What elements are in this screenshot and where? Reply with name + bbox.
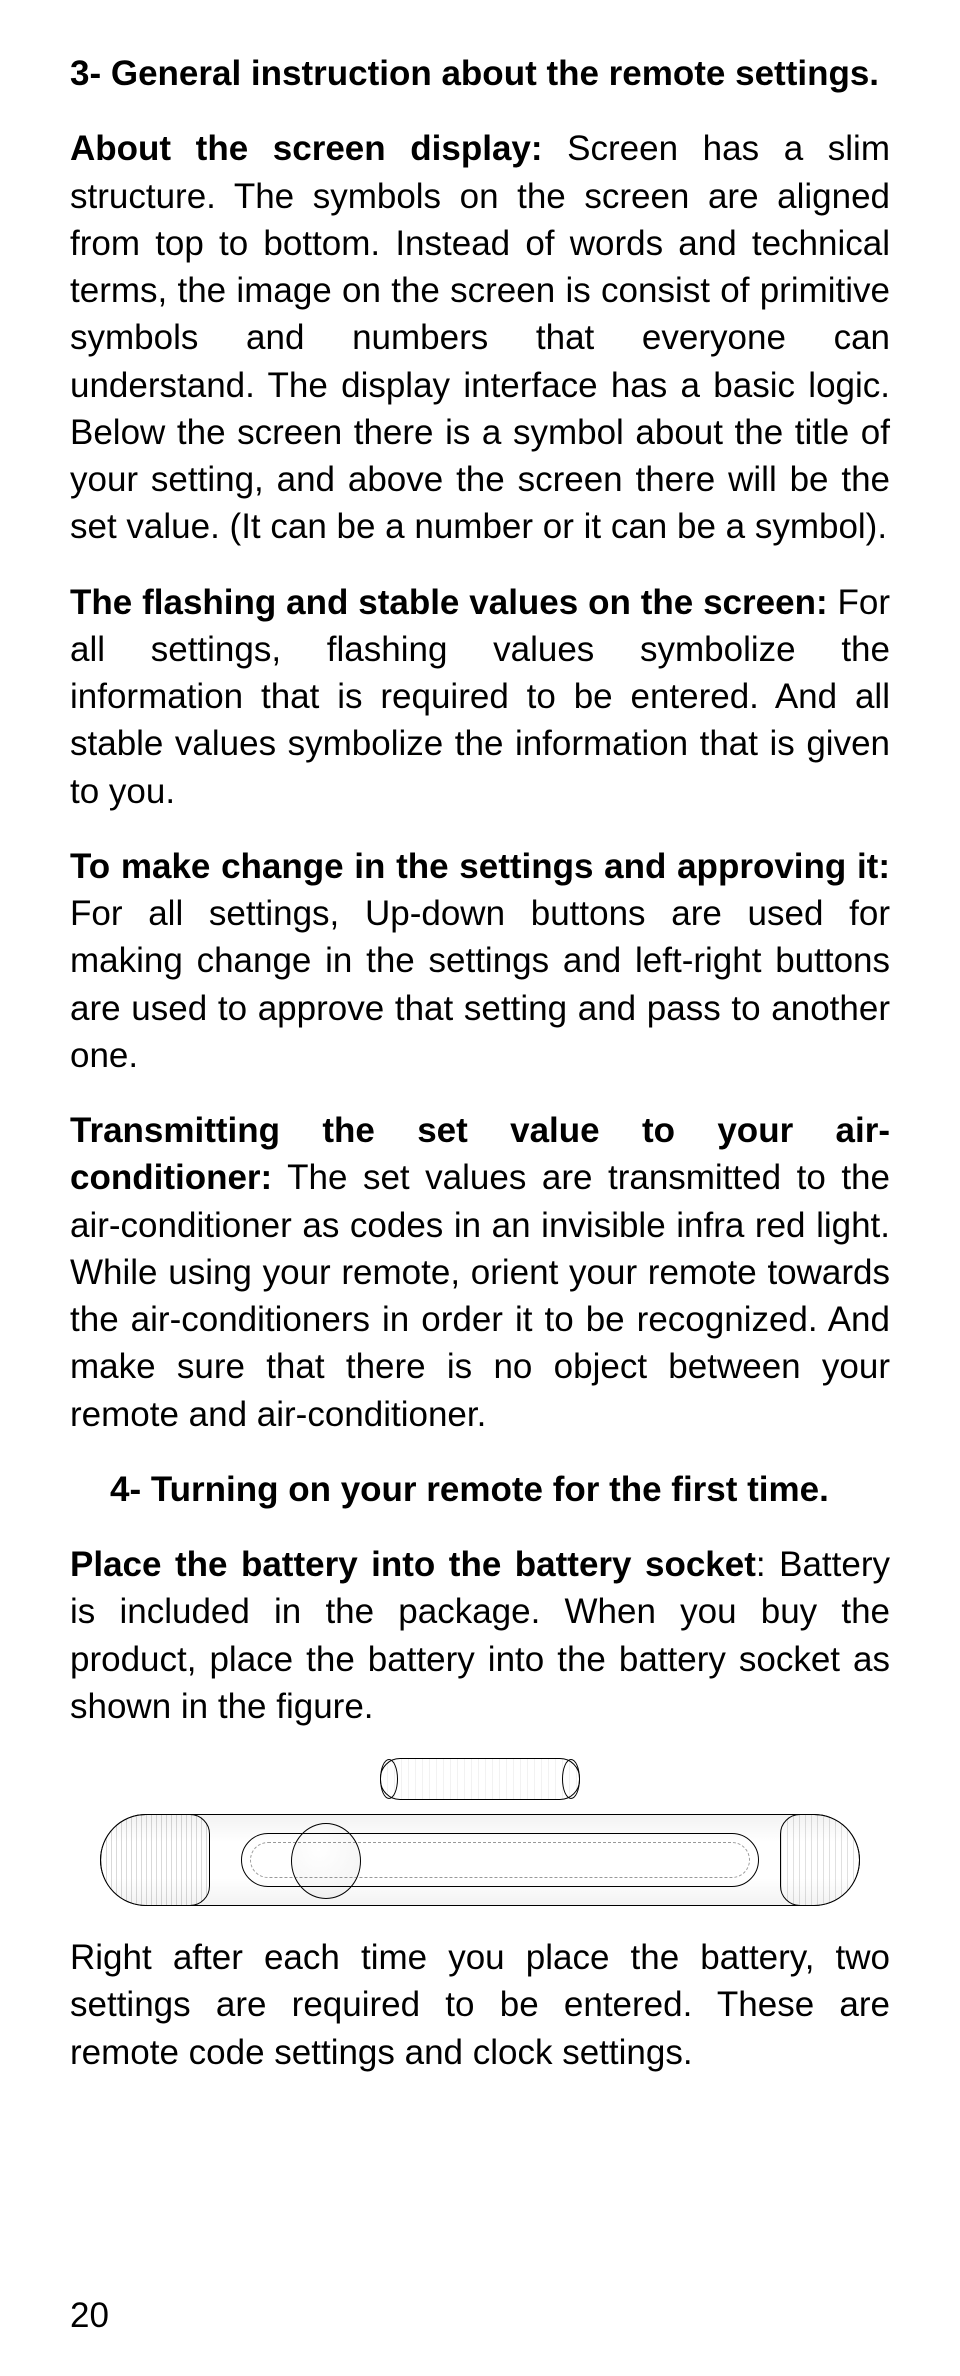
remote-body-icon [100, 1814, 860, 1906]
body-change-settings: For all settings, Up-down buttons are us… [70, 894, 890, 1075]
para-transmitting: Transmitting the set value to your air-c… [70, 1107, 890, 1438]
remote-cap-right-icon [780, 1814, 860, 1906]
para-after-battery: Right after each time you place the batt… [70, 1934, 890, 2076]
para-change-settings: To make change in the settings and appro… [70, 843, 890, 1079]
page-number: 20 [70, 2296, 890, 2336]
battery-remote-figure [70, 1758, 890, 1906]
body-transmitting: The set values are transmitted to the ai… [70, 1158, 890, 1433]
para-screen-display: About the screen display: Screen has a s… [70, 125, 890, 550]
lead-change-settings: To make change in the settings and appro… [70, 847, 890, 886]
para-flashing-values: The flashing and stable values on the sc… [70, 579, 890, 815]
section-3-heading: 3- General instruction about the remote … [70, 50, 890, 97]
section-4-heading: 4- Turning on your remote for the first … [70, 1466, 890, 1513]
remote-battery-slot-icon [241, 1833, 759, 1887]
lead-place-battery: Place the battery into the battery socke… [70, 1545, 756, 1584]
lead-screen-display: About the screen display: [70, 129, 543, 168]
battery-icon [380, 1758, 580, 1800]
lead-flashing-values: The flashing and stable values on the sc… [70, 583, 828, 622]
remote-cap-left-icon [100, 1814, 210, 1906]
para-place-battery: Place the battery into the battery socke… [70, 1541, 890, 1730]
body-screen-display: Screen has a slim structure. The symbols… [70, 129, 890, 546]
